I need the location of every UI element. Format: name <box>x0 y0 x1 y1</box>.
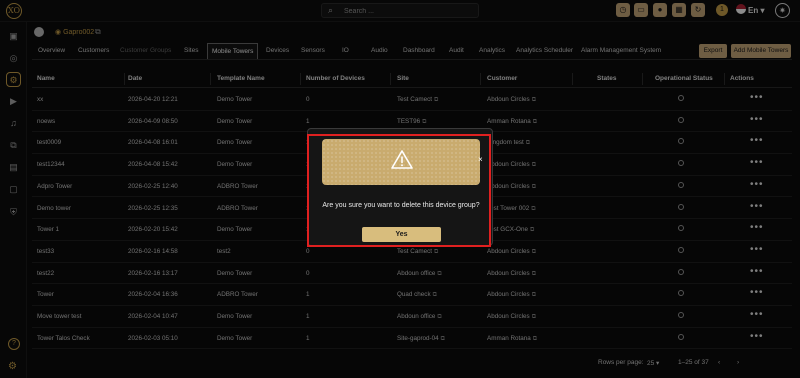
app-root: XO ⌕ ◷ ▭ ● ▦ ↻ 1 En ▾ ✷ ▣ ◎ ⚙ ▶ ♫ ⧉ ▤ ▢ … <box>0 0 800 378</box>
highlight-outline <box>307 134 491 247</box>
